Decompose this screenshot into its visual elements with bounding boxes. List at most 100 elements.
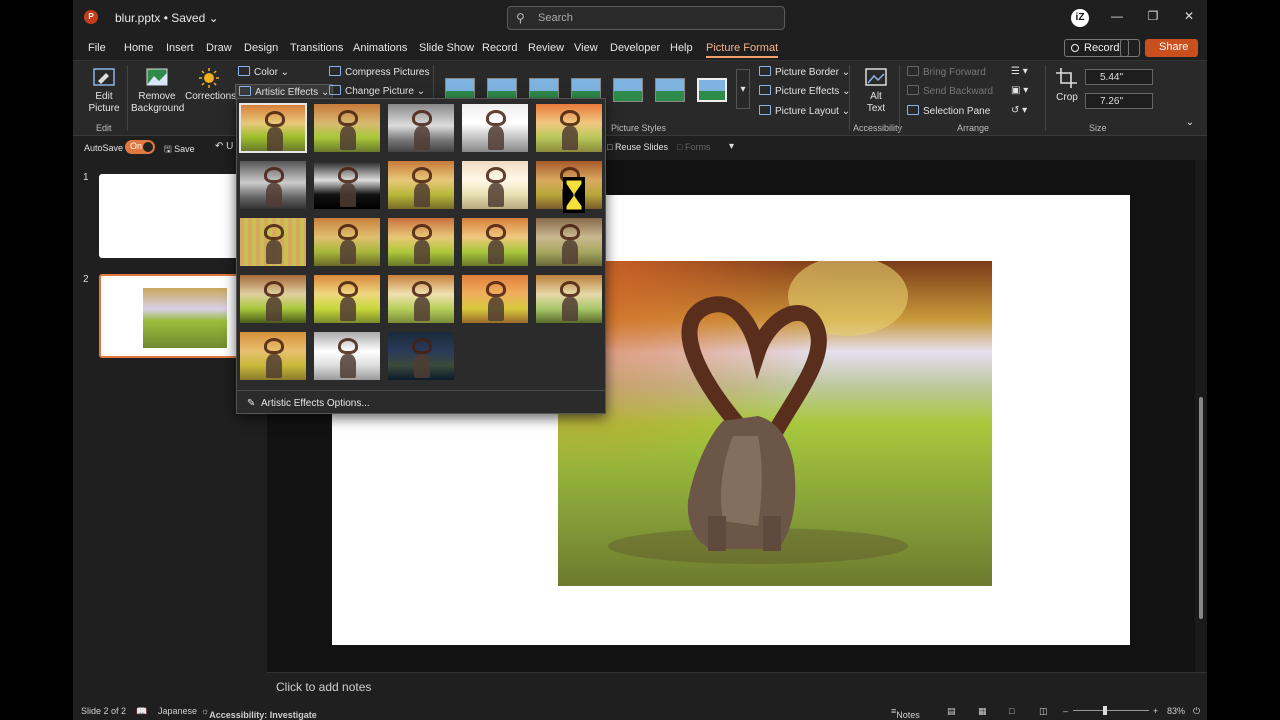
picture-style-6[interactable] xyxy=(655,78,685,102)
fit-slide-icon[interactable]: ⏻ xyxy=(1193,706,1200,717)
accessibility-status[interactable]: ☼ Accessibility: Investigate xyxy=(201,706,317,720)
reuse-slides-button[interactable]: □ Reuse Slides xyxy=(607,142,668,152)
artistic-effect-13[interactable] xyxy=(387,217,455,267)
artistic-effect-19[interactable] xyxy=(461,274,529,324)
slideshow-icon[interactable]: ◫ xyxy=(1039,706,1048,717)
crop-button[interactable]: Crop xyxy=(1053,92,1081,104)
artistic-effect-21[interactable] xyxy=(239,331,307,381)
artistic-effect-5[interactable] xyxy=(535,103,603,153)
zoom-slider[interactable] xyxy=(1073,710,1149,711)
remove-background-button[interactable]: Remove Background xyxy=(131,91,184,115)
picture-style-5[interactable] xyxy=(613,78,643,102)
artistic-effect-2[interactable] xyxy=(313,103,381,153)
notes-toggle[interactable]: ≡ Notes xyxy=(891,706,920,720)
artistic-effect-16[interactable] xyxy=(239,274,307,324)
alt-text-button[interactable]: Alt Text xyxy=(861,91,891,115)
tab-animations[interactable]: Animations xyxy=(353,42,407,54)
tab-home[interactable]: Home xyxy=(124,42,153,54)
collapse-ribbon-icon[interactable]: ⌄ xyxy=(1183,117,1197,129)
tab-record[interactable]: Record xyxy=(482,42,517,54)
tab-design[interactable]: Design xyxy=(244,42,278,54)
tab-help[interactable]: Help xyxy=(670,42,693,54)
slide-number: 1 xyxy=(83,172,89,183)
artistic-effect-4[interactable] xyxy=(461,103,529,153)
compress-pictures-button[interactable]: Compress Pictures xyxy=(329,66,429,78)
artistic-effect-14[interactable] xyxy=(461,217,529,267)
share-button[interactable]: Share ⌄ xyxy=(1145,39,1198,66)
notes-pane[interactable]: Click to add notes xyxy=(267,672,1207,702)
artistic-effect-22[interactable] xyxy=(313,331,381,381)
selection-pane-button[interactable]: Selection Pane xyxy=(907,105,990,117)
artistic-effects-options-item[interactable]: ✎ Artistic Effects Options... xyxy=(247,398,370,409)
tab-slide-show[interactable]: Slide Show xyxy=(419,42,474,54)
align-icon[interactable]: ☰ ▾ xyxy=(1011,66,1028,77)
close-icon[interactable]: ✕ xyxy=(1179,9,1199,27)
normal-view-icon[interactable]: ▤ xyxy=(947,706,956,717)
tab-picture-format[interactable]: Picture Format xyxy=(706,42,779,58)
restore-icon[interactable]: ❐ xyxy=(1143,9,1163,27)
group-icon[interactable]: ▣ ▾ xyxy=(1011,85,1028,96)
styles-more-icon[interactable]: ▾ xyxy=(736,69,750,109)
vertical-scrollbar[interactable] xyxy=(1195,160,1207,672)
search-box[interactable]: ⚲ Search xyxy=(507,6,785,30)
artistic-effect-11[interactable] xyxy=(239,217,307,267)
tab-file[interactable]: File xyxy=(88,42,106,54)
comments-button[interactable] xyxy=(1120,39,1140,57)
tab-draw[interactable]: Draw xyxy=(206,42,232,54)
artistic-effect-23[interactable] xyxy=(387,331,455,381)
corrections-button[interactable]: Corrections xyxy=(185,91,236,103)
effect-cat-shape xyxy=(488,240,504,264)
picture-layout-button[interactable]: Picture Layout ⌄ xyxy=(759,105,850,117)
slide-thumbnail-2[interactable] xyxy=(99,274,239,358)
zoom-level[interactable]: 83% xyxy=(1167,706,1185,716)
artistic-effect-8[interactable] xyxy=(387,160,455,210)
undo-button[interactable]: ↶ U xyxy=(215,141,233,152)
height-field[interactable]: 5.44" xyxy=(1085,69,1153,85)
artistic-effect-3[interactable] xyxy=(387,103,455,153)
artistic-effect-15[interactable] xyxy=(535,217,603,267)
effect-heart-shape xyxy=(412,338,432,354)
effect-cat-shape xyxy=(562,297,578,321)
save-button[interactable]: 🖫 Save xyxy=(164,142,195,158)
artistic-effect-6[interactable] xyxy=(239,160,307,210)
reading-view-icon[interactable]: □ xyxy=(1009,706,1014,716)
zoom-out-icon[interactable]: – xyxy=(1063,706,1068,716)
artistic-effect-1[interactable] xyxy=(239,103,307,153)
effect-cat-shape xyxy=(414,126,430,150)
artistic-effect-20[interactable] xyxy=(535,274,603,324)
scrollbar-thumb[interactable] xyxy=(1199,397,1203,619)
artistic-effect-7[interactable] xyxy=(313,160,381,210)
edit-picture-button[interactable]: Edit Picture xyxy=(87,91,121,115)
slide-sorter-icon[interactable]: ▦ xyxy=(978,706,987,717)
tab-insert[interactable]: Insert xyxy=(166,42,194,54)
autosave-toggle[interactable]: On xyxy=(125,140,155,154)
effect-heart-shape xyxy=(264,224,284,240)
picture-border-button[interactable]: Picture Border ⌄ xyxy=(759,66,850,78)
tab-view[interactable]: View xyxy=(574,42,598,54)
picture-effects-button[interactable]: Picture Effects ⌄ xyxy=(759,85,850,97)
language-indicator[interactable]: Japanese xyxy=(158,706,197,716)
zoom-in-icon[interactable]: + xyxy=(1153,706,1158,716)
picture-style-7[interactable] xyxy=(697,78,727,102)
rotate-icon[interactable]: ↺ ▾ xyxy=(1011,105,1027,116)
tab-developer[interactable]: Developer xyxy=(610,42,660,54)
color-button[interactable]: Color ⌄ xyxy=(238,66,289,78)
document-title[interactable]: blur.pptx • Saved ⌄ xyxy=(115,11,219,25)
spellcheck-icon[interactable]: 📖 xyxy=(136,706,147,717)
customize-qat-icon[interactable]: ▾ xyxy=(729,141,734,152)
tab-transitions[interactable]: Transitions xyxy=(290,42,343,54)
avatar[interactable]: iZ xyxy=(1071,9,1089,27)
effect-heart-shape xyxy=(264,167,284,183)
cat-photo[interactable] xyxy=(558,261,992,586)
change-picture-button[interactable]: Change Picture ⌄ xyxy=(329,85,425,97)
zoom-slider-thumb[interactable] xyxy=(1103,706,1107,715)
tab-review[interactable]: Review xyxy=(528,42,564,54)
width-field[interactable]: 7.26" xyxy=(1085,93,1153,109)
slide-thumbnail-1[interactable] xyxy=(99,174,239,258)
effect-heart-shape xyxy=(486,224,506,240)
artistic-effect-18[interactable] xyxy=(387,274,455,324)
minimize-icon[interactable]: — xyxy=(1107,9,1127,27)
artistic-effect-9[interactable] xyxy=(461,160,529,210)
artistic-effect-12[interactable] xyxy=(313,217,381,267)
artistic-effect-17[interactable] xyxy=(313,274,381,324)
